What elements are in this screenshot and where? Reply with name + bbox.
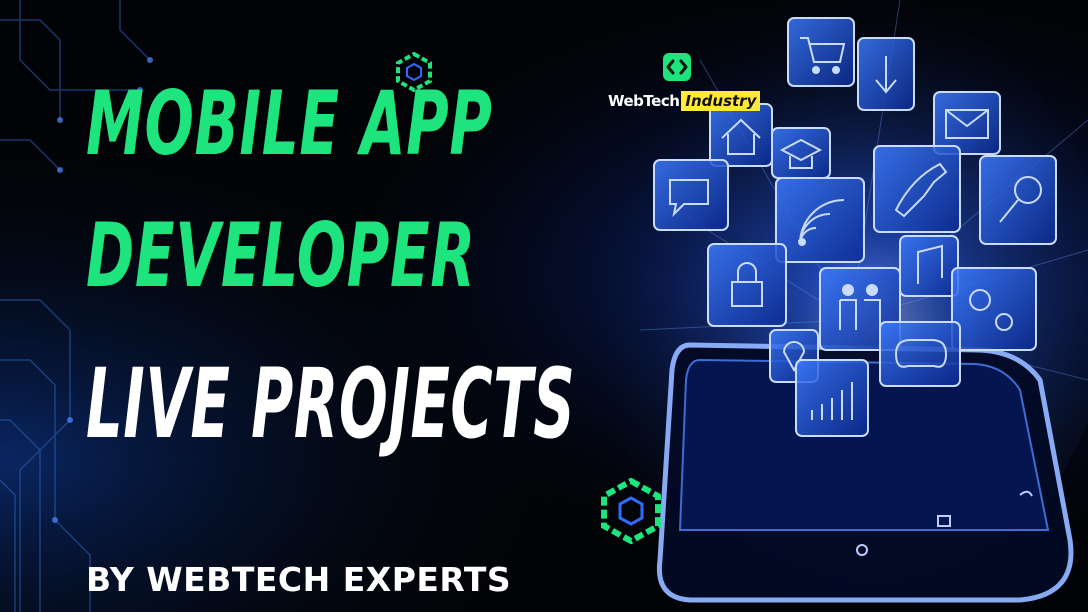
byline: BY WEBTECH EXPERTS bbox=[86, 560, 512, 599]
gamepad-icon bbox=[879, 321, 961, 387]
logo-word-industry: Industry bbox=[681, 91, 761, 111]
settings-icon bbox=[951, 267, 1037, 351]
logo-word-webtech: WebTech bbox=[608, 92, 680, 110]
wifi-icon bbox=[775, 177, 865, 263]
graduation-cap-icon bbox=[771, 127, 831, 179]
hexagon-icon bbox=[601, 478, 661, 544]
chart-icon bbox=[795, 359, 869, 437]
headline-developer: DEVELOPER bbox=[86, 204, 476, 307]
headline-live-projects: LIVE PROJECTS bbox=[86, 348, 576, 460]
phone-icon bbox=[873, 145, 961, 233]
music-icon bbox=[899, 235, 959, 297]
headline-mobile-app: MOBILE APP bbox=[86, 72, 493, 175]
logo-wordmark: WebTech Industry bbox=[608, 91, 761, 111]
code-brackets-icon bbox=[663, 53, 691, 81]
thumbnail-canvas: WebTech Industry MOBILE APP DEVELOPER LIV… bbox=[0, 0, 1088, 612]
search-icon bbox=[979, 155, 1057, 245]
chat-icon bbox=[653, 159, 729, 231]
download-icon bbox=[857, 37, 915, 111]
webtech-industry-logo: WebTech Industry bbox=[606, 52, 766, 122]
lock-icon bbox=[707, 243, 787, 327]
mail-icon bbox=[933, 91, 1001, 155]
shopping-cart-icon bbox=[787, 17, 855, 87]
